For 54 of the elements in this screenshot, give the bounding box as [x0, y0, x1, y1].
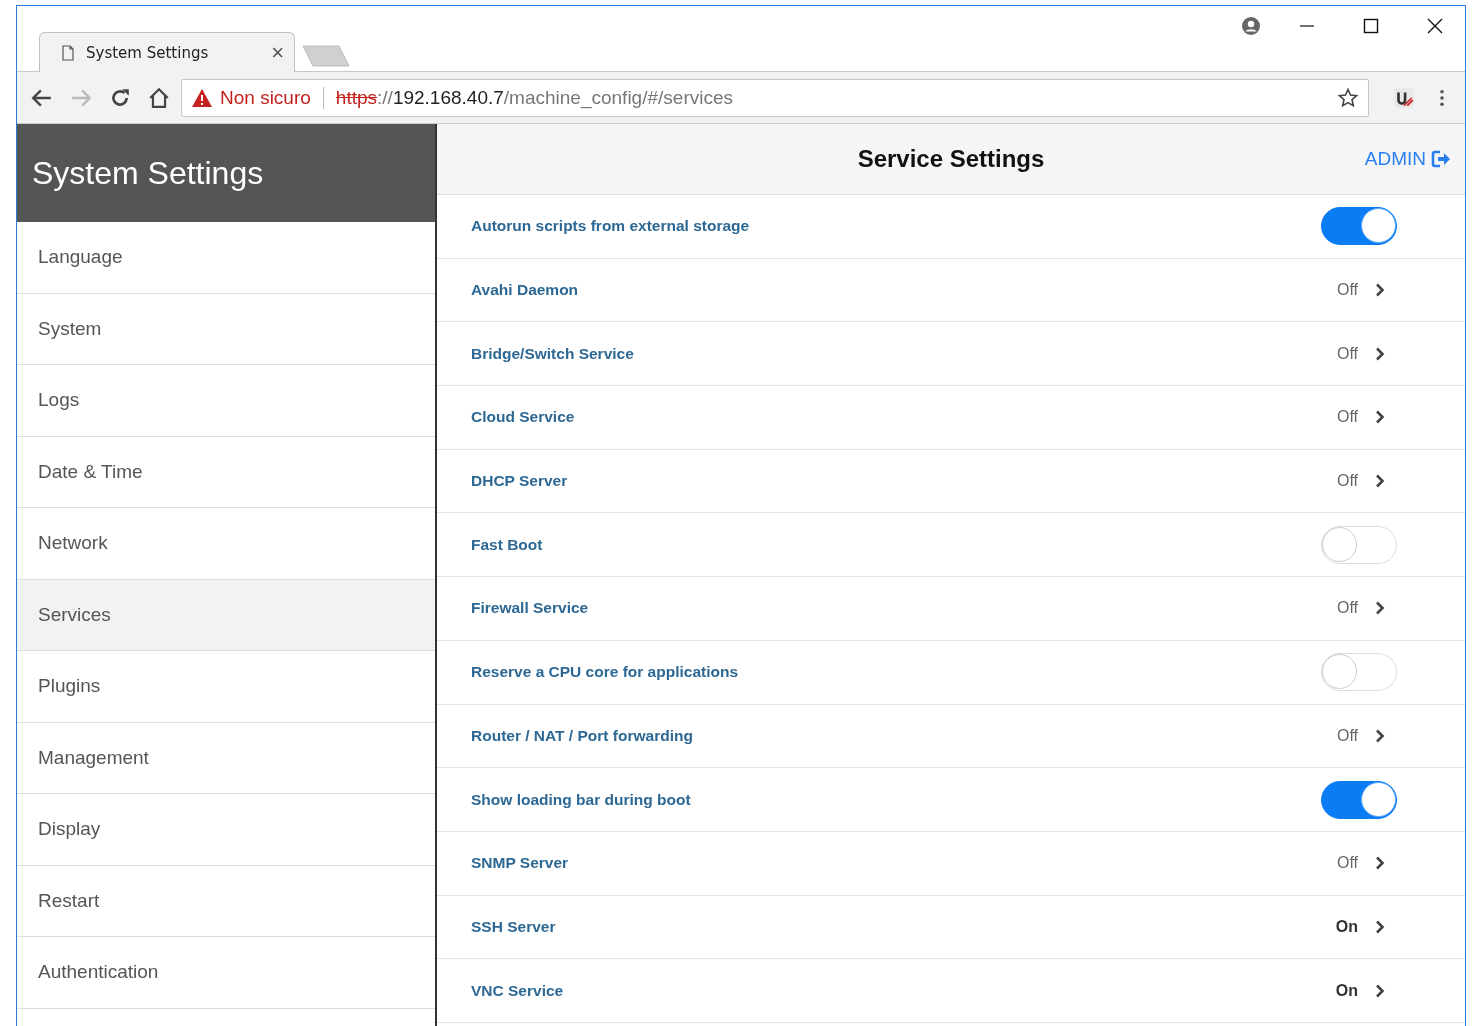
admin-logout-link[interactable]: ADMIN: [1364, 148, 1451, 170]
page-title: Service Settings: [857, 145, 1045, 173]
service-label: DHCP Server: [471, 472, 568, 491]
service-label: Reserve a CPU core for applications: [471, 663, 739, 682]
service-label: SNMP Server: [471, 854, 569, 873]
chevron-right-icon[interactable]: [1375, 728, 1385, 743]
service-label: Firewall Service: [471, 599, 589, 618]
address-bar[interactable]: Non sicuro https://192.168.40.7/machine_config/#/services: [181, 78, 1369, 117]
status-text: Off: [1336, 599, 1358, 618]
service-label: VNC Service: [471, 981, 564, 1000]
warning-icon: [192, 88, 212, 107]
sidebar-item[interactable]: Services: [17, 579, 435, 651]
menu-icon[interactable]: [1439, 88, 1445, 107]
service-label: Autorun scripts from external storage: [471, 217, 750, 236]
extension-icon[interactable]: [1393, 86, 1415, 109]
chevron-right-icon[interactable]: [1375, 919, 1385, 934]
chevron-right-icon[interactable]: [1375, 346, 1385, 361]
status-text: On: [1335, 981, 1358, 1000]
toggle-switch[interactable]: [1321, 780, 1397, 819]
url-text: https://192.168.40.7/machine_config/#/services: [335, 86, 733, 109]
chevron-right-icon[interactable]: [1375, 410, 1385, 425]
chevron-right-icon[interactable]: [1375, 983, 1385, 998]
service-label: SSH Server: [471, 917, 556, 936]
browser-tab[interactable]: System Settings ×: [39, 32, 295, 72]
security-label: Non sicuro: [220, 86, 311, 109]
status-text: On: [1335, 917, 1358, 936]
service-label: Cloud Service: [471, 408, 575, 427]
chevron-right-icon[interactable]: [1375, 474, 1385, 489]
reload-icon[interactable]: [109, 86, 131, 109]
chevron-right-icon[interactable]: [1375, 283, 1385, 298]
status-text: Off: [1336, 726, 1358, 745]
toggle-switch[interactable]: [1321, 207, 1397, 246]
home-icon[interactable]: [148, 86, 170, 109]
sidebar-title: System Settings: [32, 154, 264, 192]
logout-icon: [1431, 150, 1451, 168]
status-text: Off: [1336, 408, 1358, 427]
status-text: Off: [1336, 344, 1358, 363]
status-text: Off: [1336, 281, 1358, 300]
tab-title: System Settings: [86, 43, 210, 62]
status-text: Off: [1336, 854, 1358, 873]
service-label: Show loading bar during boot: [471, 790, 691, 809]
maximize-icon[interactable]: [1363, 18, 1379, 34]
page-icon: [60, 44, 76, 61]
chevron-right-icon[interactable]: [1375, 856, 1385, 871]
service-label: Router / NAT / Port forwarding: [471, 726, 693, 745]
star-icon[interactable]: [1338, 87, 1358, 108]
service-label: Avahi Daemon: [471, 281, 579, 300]
service-label: Bridge/Switch Service: [471, 344, 634, 363]
profile-icon[interactable]: [1241, 16, 1261, 36]
close-icon[interactable]: [1427, 18, 1443, 34]
service-label: Fast Boot: [471, 535, 543, 554]
tab-close-button[interactable]: ×: [271, 41, 284, 64]
chevron-right-icon[interactable]: [1375, 601, 1385, 616]
status-text: Off: [1336, 472, 1358, 491]
